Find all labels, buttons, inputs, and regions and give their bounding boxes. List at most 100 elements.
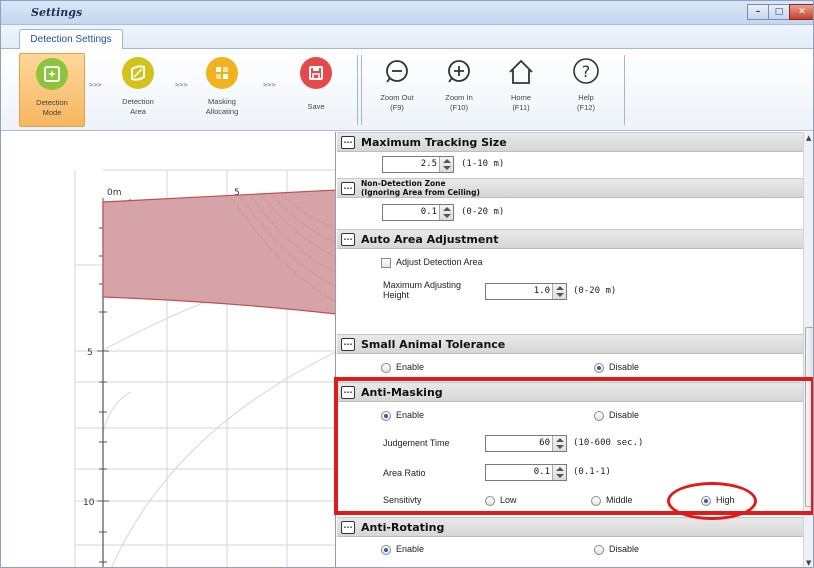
close-button[interactable]: ✕ <box>789 4 813 20</box>
detection-area-canvas[interactable]: 0m 5 5 10 <box>1 132 336 567</box>
section-title: Anti-Masking <box>361 386 443 399</box>
small-animal-enable-radio[interactable] <box>381 363 391 373</box>
label-line-1: Maximum Adjusting <box>383 280 462 290</box>
section-small-animal-tolerance: ... Small Animal Tolerance <box>337 334 803 354</box>
range-text: (10-600 sec.) <box>573 438 644 448</box>
spin-arrows[interactable] <box>552 284 566 299</box>
spin-value: 0.1 <box>420 207 437 217</box>
detection-area-button[interactable]: Detection Area <box>105 53 171 127</box>
home-icon <box>509 59 533 84</box>
small-animal-disable-radio[interactable] <box>594 363 604 373</box>
save-button[interactable]: Save <box>283 53 349 127</box>
judgement-time-label: Judgement Time <box>383 438 450 448</box>
help-button[interactable]: ? Help (F12) <box>556 53 616 127</box>
title-bar: Settings – □ ✕ <box>1 1 813 25</box>
tab-detection-settings[interactable]: Detection Settings <box>19 29 123 50</box>
help-key: (F12) <box>577 103 595 112</box>
sensitivity-label: Sensitivty <box>383 495 422 505</box>
detection-area-shape[interactable] <box>102 189 336 315</box>
home-key: (F11) <box>512 103 530 112</box>
max-tracking-size-input[interactable]: 2.5 <box>382 156 454 173</box>
sensitivity-low-radio[interactable] <box>485 496 495 506</box>
radio-label-disable: Disable <box>609 410 640 420</box>
scroll-down-icon[interactable]: ▼ <box>806 559 811 567</box>
help-icon: ? <box>573 58 599 84</box>
spin-value: 0.1 <box>533 467 550 477</box>
adjust-detection-area-checkbox[interactable] <box>381 258 391 268</box>
radio-label-middle: Middle <box>606 495 633 505</box>
save-icon <box>300 57 332 89</box>
close-icon: ✕ <box>798 6 806 17</box>
minimize-icon: – <box>755 6 761 17</box>
judgement-time-input[interactable]: 60 <box>485 435 567 452</box>
home-button[interactable]: Home (F11) <box>491 53 551 127</box>
spin-value: 60 <box>539 438 550 448</box>
anti-masking-disable-radio[interactable] <box>594 411 604 421</box>
help-label: Help <box>578 93 594 102</box>
sensitivity-middle-radio[interactable] <box>591 496 601 506</box>
area-ratio-label: Area Ratio <box>383 468 426 478</box>
comment-icon: ... <box>341 338 355 351</box>
scroll-thumb[interactable] <box>805 327 813 507</box>
sensitivity-high-radio[interactable] <box>701 496 711 506</box>
range-text: (1-10 m) <box>461 159 505 169</box>
area-ratio-input[interactable]: 0.1 <box>485 464 567 481</box>
zoom-in-icon <box>448 60 470 83</box>
zoom-in-label: Zoom In <box>445 93 473 102</box>
ruler-label-0m: 0m <box>107 188 122 198</box>
detection-mode-button[interactable]: Detection Mode <box>19 53 85 127</box>
detection-area-label-2: Area <box>130 107 146 116</box>
anti-rotating-enable-radio[interactable] <box>381 545 391 555</box>
anti-masking-enable-radio[interactable] <box>381 411 391 421</box>
scroll-up-icon[interactable]: ▲ <box>806 134 811 142</box>
section-title: Auto Area Adjustment <box>361 233 499 246</box>
detection-area-icon <box>122 57 154 89</box>
spin-arrows[interactable] <box>552 436 566 451</box>
anti-rotating-disable-radio[interactable] <box>594 545 604 555</box>
zoom-out-button[interactable]: Zoom Out (F9) <box>367 53 427 127</box>
section-non-detection-zone: ... Non-Detection Zone (Ignoring Area fro… <box>337 178 803 198</box>
spin-arrows[interactable] <box>439 205 453 220</box>
vertical-scrollbar[interactable]: ▲ ▼ <box>803 132 813 567</box>
settings-window: Settings – □ ✕ Detection Settings Detect… <box>0 0 814 568</box>
spin-value: 2.5 <box>420 159 437 169</box>
maximize-button[interactable]: □ <box>768 4 790 20</box>
section-title-line-1: Non-Detection Zone <box>361 179 446 188</box>
comment-icon: ... <box>341 521 355 534</box>
masking-label-2: Allocating <box>205 107 239 116</box>
radio-label-low: Low <box>500 495 517 505</box>
section-title: Small Animal Tolerance <box>361 338 506 351</box>
step-arrow: >>> <box>175 81 188 89</box>
home-label: Home <box>510 93 531 102</box>
zoom-out-label: Zoom Out <box>380 93 414 102</box>
area-map: 0m 5 5 10 <box>74 169 336 567</box>
section-title: Non-Detection Zone (Ignoring Area from Ce… <box>361 179 480 197</box>
non-detection-zone-input[interactable]: 0.1 <box>382 204 454 221</box>
label-line-2: Height <box>383 290 410 300</box>
zoom-out-icon <box>386 60 408 83</box>
detection-mode-label-1: Detection <box>36 98 68 107</box>
radio-label-high: High <box>716 495 735 505</box>
section-anti-rotating: ... Anti-Rotating <box>337 517 803 537</box>
settings-panel: ... Maximum Tracking Size 2.5 (1-10 m) .… <box>337 132 803 567</box>
section-title: Maximum Tracking Size <box>361 136 507 149</box>
step-arrow: >>> <box>263 81 276 89</box>
masking-allocating-button[interactable]: Masking Allocating <box>189 53 255 127</box>
spin-arrows[interactable] <box>439 157 453 172</box>
ruler-label-left-5: 5 <box>87 348 93 358</box>
zoom-in-button[interactable]: Zoom In (F10) <box>429 53 489 127</box>
ribbon-separator <box>624 55 625 125</box>
radio-label-disable: Disable <box>609 362 640 372</box>
checkbox-label: Adjust Detection Area <box>396 257 483 267</box>
save-label: Save <box>307 102 325 111</box>
maximize-icon: □ <box>774 6 784 17</box>
spin-arrows[interactable] <box>552 465 566 480</box>
minimize-button[interactable]: – <box>747 4 769 20</box>
max-adjusting-height-input[interactable]: 1.0 <box>485 283 567 300</box>
comment-icon: ... <box>341 136 355 149</box>
range-text: (0.1-1) <box>573 467 611 477</box>
section-title-line-2: (Ignoring Area from Ceiling) <box>361 188 480 197</box>
comment-icon: ... <box>341 386 355 399</box>
range-text: (0-20 m) <box>573 286 617 296</box>
range-text: (0-20 m) <box>461 207 505 217</box>
